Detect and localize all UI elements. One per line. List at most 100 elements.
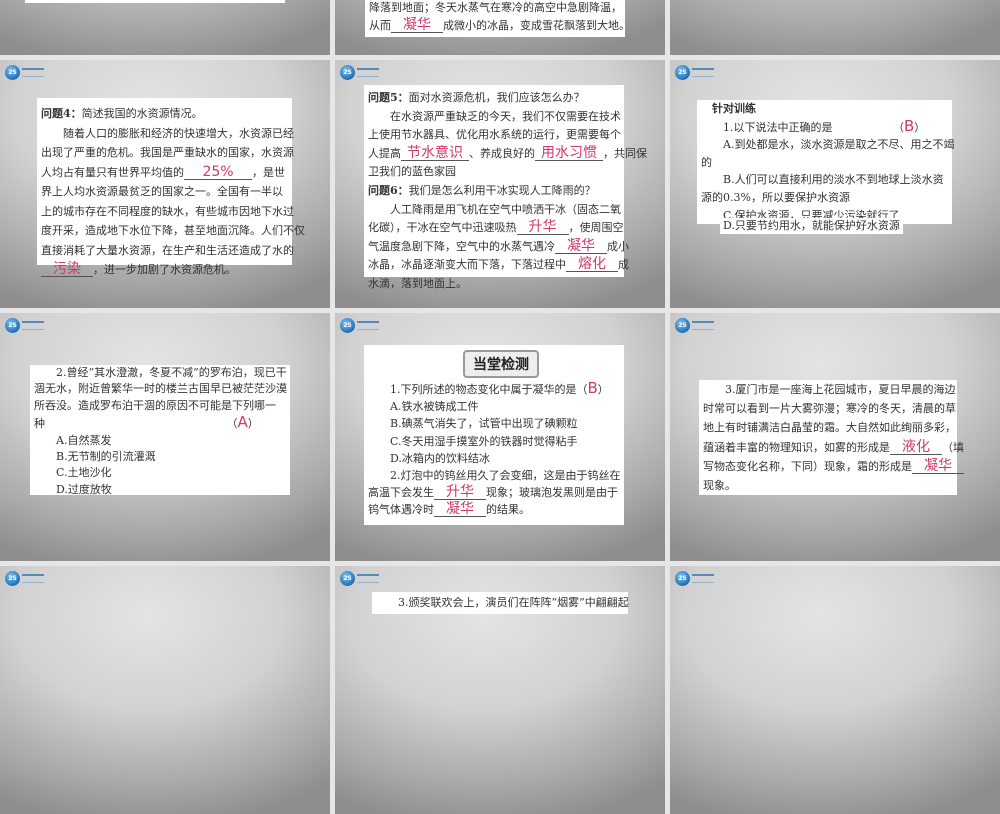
question-label: 针对训练	[701, 102, 756, 115]
slide-thumbnail[interactable]: 2S 问题5：面对水资源危机，我们应该怎么办？ 在水资源严重缺乏的今天，我们不仅需…	[335, 60, 665, 308]
slide-thumbnail[interactable]: 2S	[670, 0, 1000, 55]
slide-content-box: 问题5：面对水资源危机，我们应该怎么办？ 在水资源严重缺乏的今天，我们不仅需要在…	[364, 85, 647, 290]
text-segment: 降落到地面；冬天水蒸气在寒冷的高空中急剧降温，	[369, 1, 622, 14]
text-line: 人均占有量只有世界平均值的 25% ，是世	[41, 163, 292, 183]
text-line: 种 （A）	[34, 414, 290, 432]
text-line: 现象。	[703, 476, 957, 495]
text-segment: 所吞没。造成罗布泊干涸的原因不可能是下列哪一	[34, 398, 276, 412]
text-segment: ，是世	[252, 165, 285, 179]
text-segment: 人均占有量只有世界平均值的	[41, 165, 184, 179]
question-label: 问题5：	[368, 91, 409, 104]
slide-thumbnail[interactable]: 2S降落到地面；冬天水蒸气在寒冷的高空中急剧降温，从而凝华成微小的冰晶，变成雪花…	[335, 0, 665, 55]
logo-icon: 2S	[340, 571, 379, 586]
question-label: 问题4：	[41, 107, 82, 120]
slide-thumbnail[interactable]: 2S 当堂检测 1.下列所述的物态变化中属于凝华的是（B） A.铁水被铸成工件 B…	[335, 313, 665, 561]
text-segment: D.过度放牧	[34, 482, 112, 496]
text-segment: 界上人均水资源最贫乏的国家之一。全国有一半以	[41, 185, 283, 198]
logo-icon: 2S	[5, 65, 44, 80]
text-line: 随着人口的膨胀和经济的快速增大，水资源已经	[41, 124, 294, 144]
text-segment: 人提高	[368, 146, 401, 160]
text-segment: 直接消耗了大量水资源，在生产和生活还造成了水的	[41, 243, 294, 257]
slide-thumbnail[interactable]: 2S 2.曾经“其水澄澈，冬夏不减”的罗布泊，现已干 涸无水，附近曾繁华一时的楼兰…	[0, 313, 330, 561]
text-line: B.无节制的引流灌溉	[34, 449, 290, 465]
slide-content-box	[25, 0, 285, 3]
answer-blank: 用水习惯	[535, 146, 603, 161]
text-line: 人提高 节水意识 、养成良好的 用水习惯 ，共同保	[368, 145, 647, 164]
slide-thumbnail[interactable]: 2S	[0, 566, 330, 814]
slide-content-box: 问题4：简述我国的水资源情况。 随着人口的膨胀和经济的快速增大，水资源已经 出现了…	[37, 98, 305, 277]
text-line: D.冰箱内的饮料结冰	[368, 450, 624, 467]
text-segment: 成微小的冰晶，变成雪花飘落到大地。	[443, 19, 630, 32]
text-line: 水滴，落到地面上。	[368, 275, 624, 294]
text-line: 上使用节水器具、优化用水系统的运行，更需要每个	[368, 126, 624, 145]
text-segment: 2.灯泡中的钨丝用久了会变细，这是由于钨丝在	[368, 469, 621, 483]
text-line: 高温下会发生 升华 现象；玻璃泡发黑则是由于	[368, 484, 624, 501]
text-segment: C.土地沙化	[34, 466, 112, 480]
answer-blank: 污染	[41, 262, 93, 277]
slide-thumbnail[interactable]: 2S	[0, 0, 330, 55]
text-line: 时常可以看到一片大雾弥漫；寒冷的冬天，清晨的草	[703, 399, 957, 418]
text-line: 1.以下说法中正确的是 （B）	[701, 117, 952, 137]
slide-thumbnail[interactable]: 2S 针对训练 1.以下说法中正确的是 （B） A.到处都是水，淡水资源是取之不…	[670, 60, 1000, 308]
text-segment: ）	[914, 120, 926, 134]
text-line: A.铁水被铸成工件	[368, 398, 624, 415]
text-segment: 高温下会发生	[368, 486, 434, 500]
answer-blank: 25%	[184, 165, 252, 180]
slide-content-box: 针对训练 1.以下说法中正确的是 （B） A.到处都是水，淡水资源是取之不尽、用…	[697, 100, 955, 225]
text-segment: 蕴涵着丰富的物理知识，如雾的形成是	[703, 440, 890, 454]
text-segment: ，使周围空	[568, 221, 624, 235]
text-segment: 1.以下说法中正确的是 （	[701, 120, 904, 134]
slide-thumbnail[interactable]: 2S	[670, 566, 1000, 814]
text-line: 从而 凝华 成微小的冰晶，变成雪花飘落到大地。	[369, 17, 630, 35]
text-segment: 简述我国的水资源情况。	[81, 107, 203, 120]
text-segment: A.到处都是水，淡水资源是取之不尽、用之不竭	[701, 138, 955, 152]
text-segment: 的结果。	[486, 503, 530, 517]
text-segment: 、养成良好的	[469, 146, 535, 160]
slide-thumbnail[interactable]: 2S 3.颁奖联欢会上，演员们在阵阵“烟雾”中翩翩起	[335, 566, 665, 814]
text-line: 问题4：简述我国的水资源情况。	[41, 104, 292, 124]
text-segment: 化碳），干冰在空气中迅速吸热	[368, 221, 517, 235]
logo-icon: 2S	[340, 318, 379, 333]
text-line: 地上有时铺满洁白晶莹的霜。大自然如此绚丽多彩，	[703, 418, 957, 437]
text-segment: 写物态变化名称，下同）现象，霜的形成是	[703, 459, 912, 473]
slide-content-box: 2.曾经“其水澄澈，冬夏不减”的罗布泊，现已干 涸无水，附近曾繁华一时的楼兰古国早…	[30, 365, 290, 496]
text-segment: ，进一步加剧了水资源危机。	[93, 263, 236, 276]
text-line: 化碳），干冰在空气中迅速吸热 升华 ，使周围空	[368, 219, 624, 238]
text-line: 界上人均水资源最贫乏的国家之一。全国有一半以	[41, 182, 292, 202]
text-line: 蕴涵着丰富的物理知识，如雾的形成是 液化 （填	[703, 438, 964, 457]
text-segment: D.冰箱内的饮料结冰	[368, 451, 490, 465]
text-line: 2.灯泡中的钨丝用久了会变细，这是由于钨丝在	[368, 467, 624, 484]
text-line: 写物态变化名称，下同）现象，霜的形成是 凝华	[703, 457, 964, 476]
text-line: A.到处都是水，淡水资源是取之不尽、用之不竭	[701, 136, 955, 154]
text-segment: 1.下列所述的物态变化中属于凝华的是（	[368, 383, 588, 396]
text-line: 人工降雨是用飞机在空气中喷洒干冰（固态二氧	[368, 201, 624, 220]
text-line: 污染 ，进一步加剧了水资源危机。	[41, 260, 292, 280]
text-segment: 冰晶，冰晶逐渐变大而下落，下落过程中	[368, 258, 566, 272]
text-line: 降落到地面；冬天水蒸气在寒冷的高空中急剧降温，	[369, 0, 625, 17]
text-segment: 气温度急剧下降，空气中的水蒸气遇冷	[368, 239, 555, 253]
text-segment: B.无节制的引流灌溉	[34, 450, 156, 464]
text-segment: 现象。	[703, 479, 736, 493]
text-segment: 出现了严重的危机。我国是严重缺水的国家，水资源	[41, 146, 294, 159]
text-segment: 随着人口的膨胀和经济的快速增大，水资源已经	[41, 126, 294, 140]
logo-icon: 2S	[675, 65, 714, 80]
text-segment: C.冬天用湿手摸室外的铁器时觉得粘手	[368, 434, 578, 448]
text-segment: ）	[597, 383, 609, 396]
slide-thumbnail[interactable]: 2S 问题4：简述我国的水资源情况。 随着人口的膨胀和经济的快速增大，水资源已经出…	[0, 60, 330, 308]
text-line: 度开采，造成地下水位下降，甚至地面沉降。人们不仅	[41, 221, 305, 241]
slide-thumbnail[interactable]: 2S 3.厦门市是一座海上花园城市，夏日早晨的海边 时常可以看到一片大雾弥漫；寒冷…	[670, 313, 1000, 561]
text-segment: A.铁水被铸成工件	[368, 400, 479, 414]
text-line: 所吞没。造成罗布泊干涸的原因不可能是下列哪一	[34, 398, 290, 414]
answer-blank: 凝华	[912, 459, 964, 474]
answer-blank: 节水意识	[401, 146, 469, 161]
logo-icon: 2S	[5, 318, 44, 333]
text-segment: 面对水资源危机，我们应该怎么办？	[408, 91, 585, 104]
text-line: 问题5：面对水资源危机，我们应该怎么办？	[368, 89, 624, 108]
text-segment: 钨气体遇冷时	[368, 503, 434, 517]
answer-choice: B	[587, 379, 598, 397]
text-segment: 成	[618, 258, 629, 272]
text-line: 上的城市存在不同程度的缺水，有些城市因地下水过	[41, 202, 294, 222]
text-segment: 度开采，造成地下水位下降，甚至地面沉降。人们不仅	[41, 224, 305, 237]
text-segment: （填	[942, 440, 964, 454]
text-segment: 在水资源严重缺乏的今天，我们不仅需要在技术	[368, 109, 621, 123]
